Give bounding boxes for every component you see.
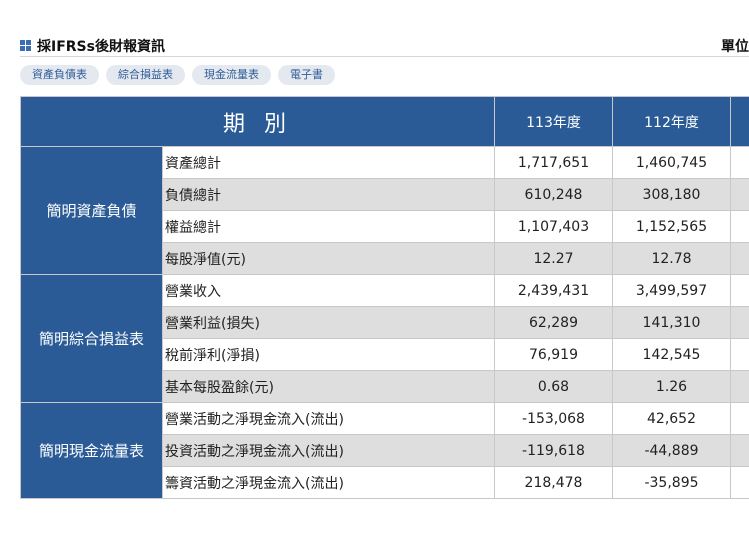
unit-label: 單位 xyxy=(721,39,749,55)
value-cell: -119,618 xyxy=(494,434,613,467)
value-cell: 218,478 xyxy=(494,466,613,499)
value-cell-partial xyxy=(730,370,749,403)
value-cell: 610,248 xyxy=(494,178,613,211)
row-label: 每股淨值(元) xyxy=(162,242,495,275)
value-cell: 1.26 xyxy=(612,370,731,403)
row-label: 稅前淨利(淨損) xyxy=(162,338,495,371)
table-row: 簡明綜合損益表 營業收入 2,439,431 3,499,597 xyxy=(20,274,749,403)
table-row: 簡明資產負債 資產總計 1,717,651 1,460,745 xyxy=(20,146,749,275)
year-header: 112年度 xyxy=(612,96,731,147)
value-cell: -35,895 xyxy=(612,466,731,499)
value-cell-partial xyxy=(730,402,749,435)
value-cell: -153,068 xyxy=(494,402,613,435)
value-cell-partial xyxy=(730,466,749,499)
value-cell-partial xyxy=(730,274,749,307)
value-cell-partial xyxy=(730,178,749,211)
value-cell: 0.68 xyxy=(494,370,613,403)
value-cell: 141,310 xyxy=(612,306,731,339)
value-cell-partial xyxy=(730,434,749,467)
value-cell-partial xyxy=(730,210,749,243)
row-label: 負債總計 xyxy=(162,178,495,211)
section-header: 採IFRSs後財報資訊 單位 xyxy=(20,34,749,57)
value-cell: 12.78 xyxy=(612,242,731,275)
value-cell-partial xyxy=(730,146,749,179)
value-cell: -44,889 xyxy=(612,434,731,467)
tab-income-statement[interactable]: 綜合損益表 xyxy=(106,65,185,85)
grid-icon xyxy=(20,40,31,51)
value-cell: 142,545 xyxy=(612,338,731,371)
row-label: 營業利益(損失) xyxy=(162,306,495,339)
value-cell: 1,107,403 xyxy=(494,210,613,243)
category-cell: 簡明綜合損益表 xyxy=(20,274,163,403)
value-cell: 1,152,565 xyxy=(612,210,731,243)
value-cell: 62,289 xyxy=(494,306,613,339)
value-cell: 76,919 xyxy=(494,338,613,371)
value-cell-partial xyxy=(730,242,749,275)
row-label: 投資活動之淨現金流入(流出) xyxy=(162,434,495,467)
financial-table-wrapper: 期 別 113年度 112年度 簡明資產負債 資產總計 1,717,651 1,… xyxy=(20,96,749,504)
value-cell: 2,439,431 xyxy=(494,274,613,307)
value-cell: 308,180 xyxy=(612,178,731,211)
period-header: 期 別 xyxy=(20,96,495,147)
row-label: 營業收入 xyxy=(162,274,495,307)
table-row: 簡明現金流量表 營業活動之淨現金流入(流出) -153,068 42,652 xyxy=(20,402,749,499)
category-cell: 簡明現金流量表 xyxy=(20,402,163,499)
row-label: 資產總計 xyxy=(162,146,495,179)
section-title: 採IFRSs後財報資訊 xyxy=(37,39,165,55)
row-label: 營業活動之淨現金流入(流出) xyxy=(162,402,495,435)
value-cell: 42,652 xyxy=(612,402,731,435)
table-header-row: 期 別 113年度 112年度 xyxy=(20,96,749,147)
report-tabs: 資產負債表 綜合損益表 現金流量表 電子書 xyxy=(20,65,335,85)
row-label: 籌資活動之淨現金流入(流出) xyxy=(162,466,495,499)
financial-summary-table: 期 別 113年度 112年度 簡明資產負債 資產總計 1,717,651 1,… xyxy=(20,96,749,499)
tab-balance-sheet[interactable]: 資產負債表 xyxy=(20,65,99,85)
category-cell: 簡明資產負債 xyxy=(20,146,163,275)
year-header-partial xyxy=(730,96,749,147)
value-cell: 1,460,745 xyxy=(612,146,731,179)
value-cell: 3,499,597 xyxy=(612,274,731,307)
row-label: 權益總計 xyxy=(162,210,495,243)
value-cell-partial xyxy=(730,306,749,339)
tab-cash-flow[interactable]: 現金流量表 xyxy=(192,65,271,85)
year-header: 113年度 xyxy=(494,96,613,147)
value-cell: 12.27 xyxy=(494,242,613,275)
row-label: 基本每股盈餘(元) xyxy=(162,370,495,403)
value-cell-partial xyxy=(730,338,749,371)
value-cell: 1,717,651 xyxy=(494,146,613,179)
tab-ebook[interactable]: 電子書 xyxy=(278,65,335,85)
